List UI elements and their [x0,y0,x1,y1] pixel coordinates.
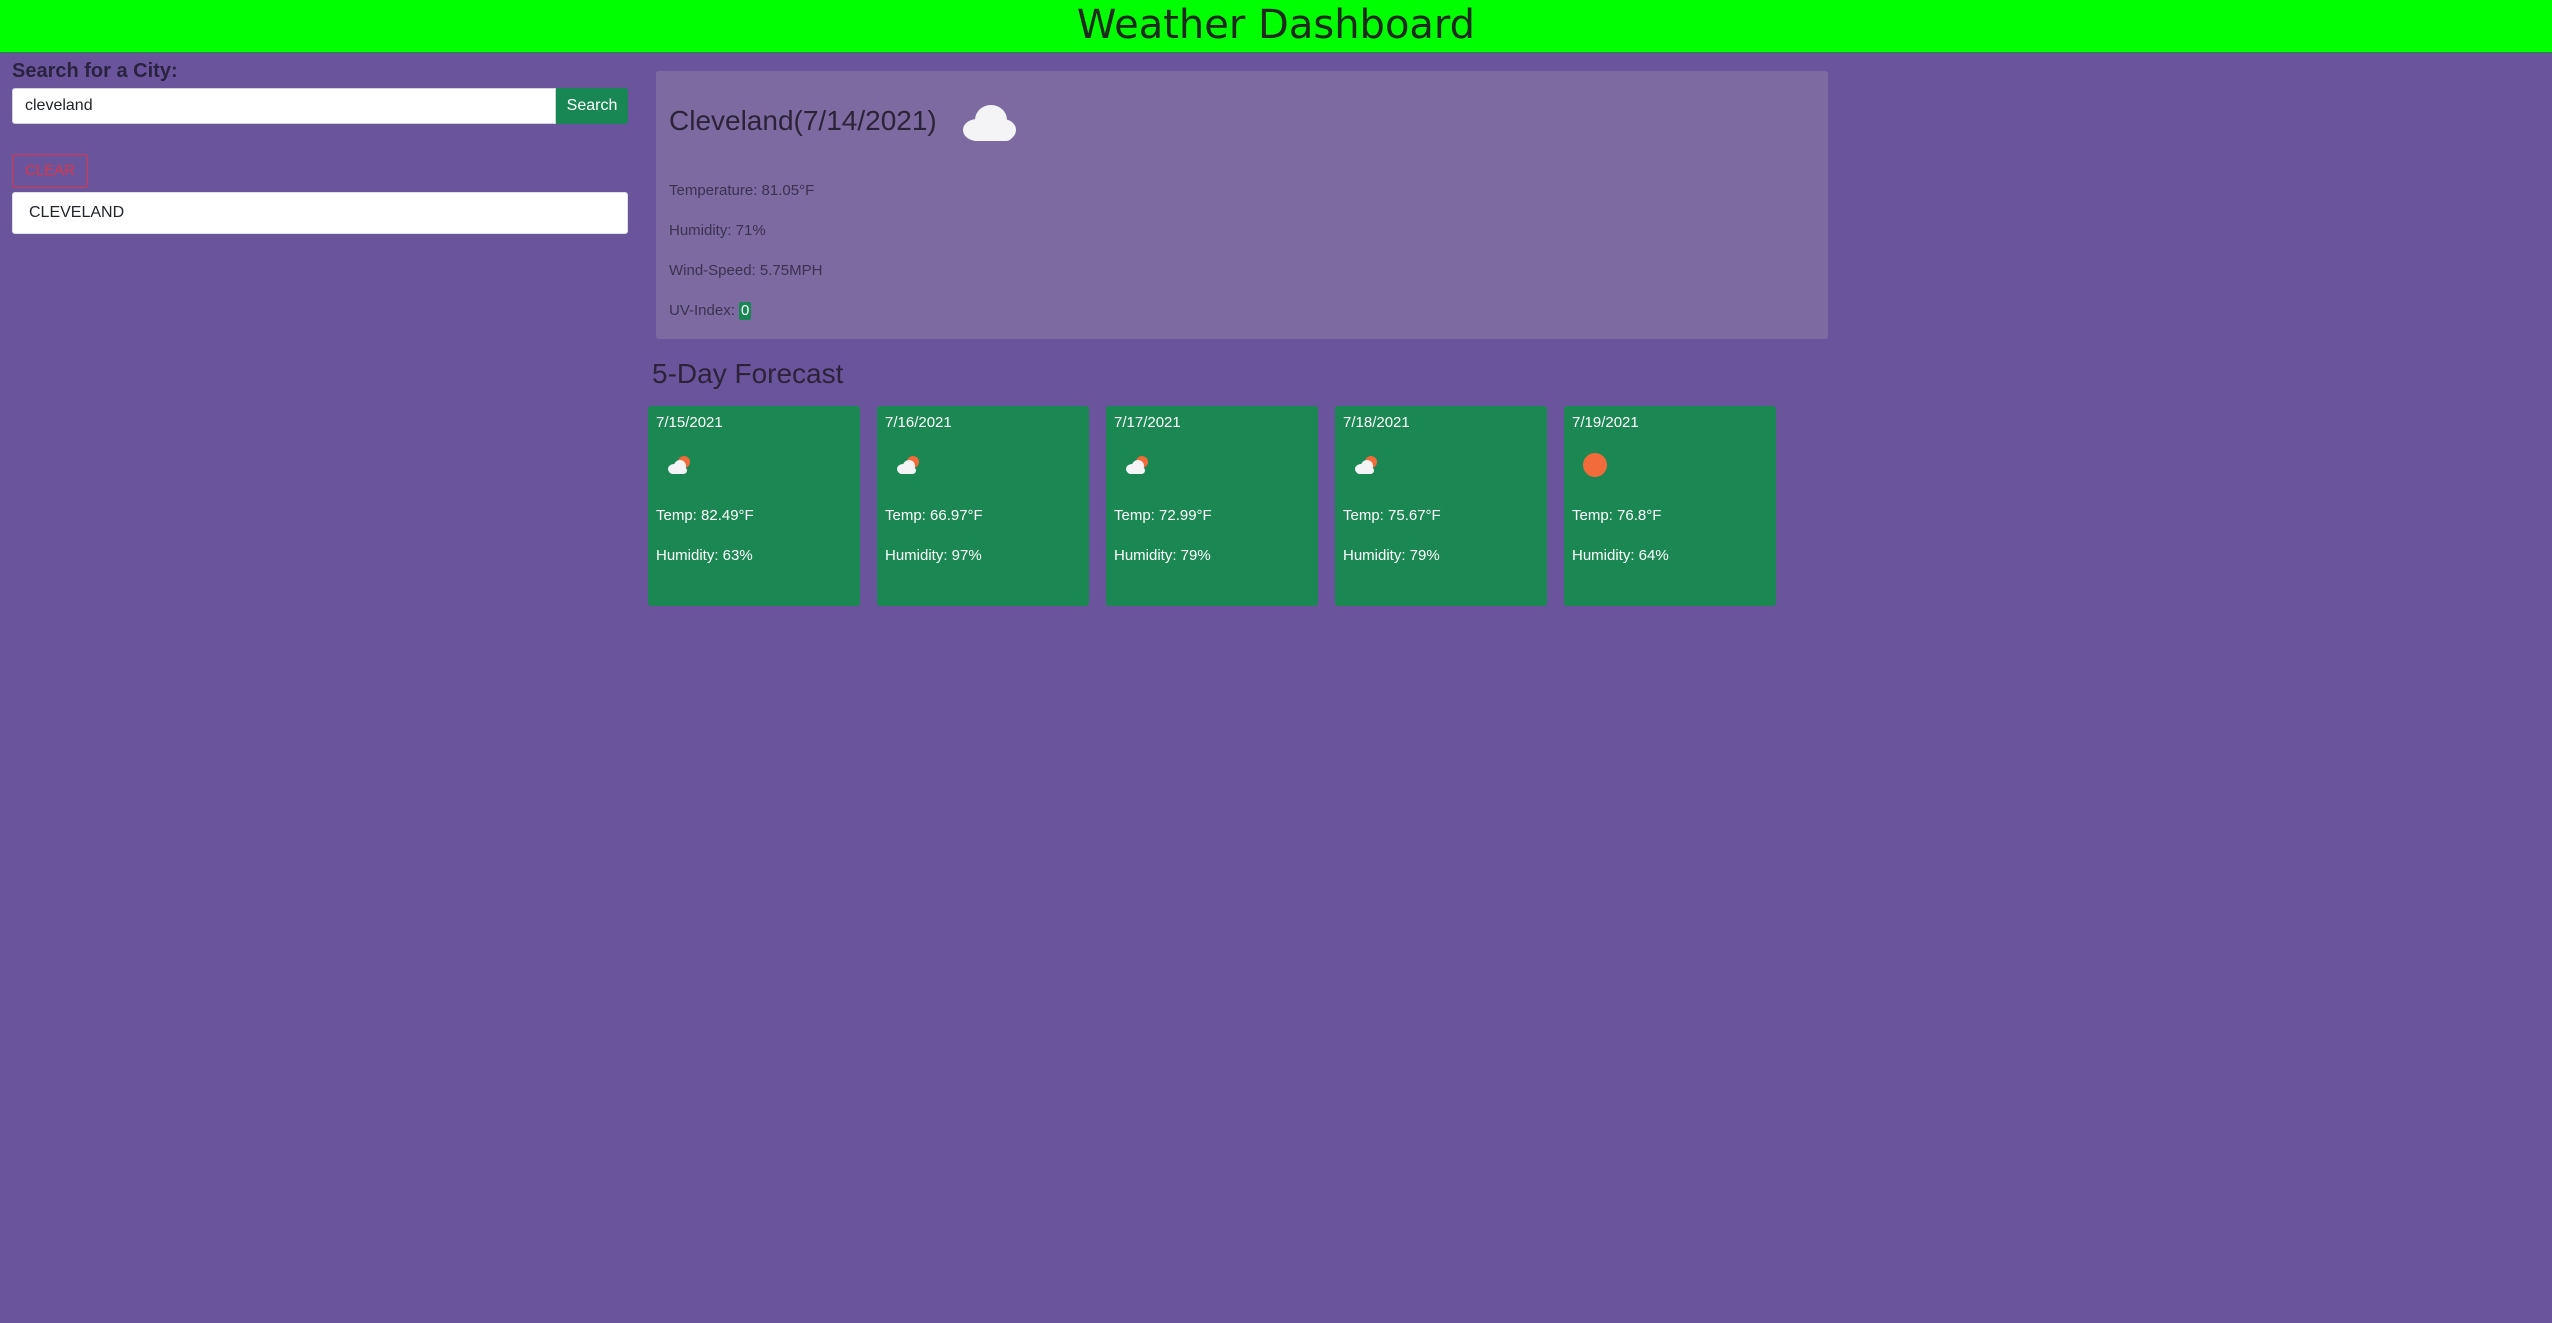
forecast-humidity: Humidity: 79% [1114,547,1211,564]
city-search-input[interactable] [12,88,556,124]
forecast-card: 7/15/2021 Temp: 82.49°F Humidity: 63% [648,406,860,606]
current-weather-panel: Cleveland(7/14/2021) Temperature: 81.05°… [656,71,1828,339]
uv-index-badge: 0 [739,302,752,320]
current-city-title: Cleveland(7/14/2021) [669,105,937,136]
current-wind-speed: Wind-Speed: 5.75MPH [669,262,823,279]
search-label: Search for a City: [12,60,178,82]
page-header: Weather Dashboard [0,0,2552,53]
search-button[interactable]: Search [556,88,628,124]
history-item-cleveland[interactable]: CLEVELAND [12,192,628,234]
forecast-card: 7/17/2021 Temp: 72.99°F Humidity: 79% [1106,406,1318,606]
forecast-temp: Temp: 76.8°F [1572,507,1662,524]
forecast-row: 7/15/2021 Temp: 82.49°F Humidity: 63% 7/… [648,406,1793,606]
cloud-icon [957,96,1021,146]
current-uv-index: UV-Index: 0 [669,291,1815,331]
partly-cloudy-icon [885,440,1081,490]
forecast-card: 7/16/2021 Temp: 66.97°F Humidity: 97% [877,406,1089,606]
uv-index-label: UV-Index: [669,302,740,319]
forecast-temp: Temp: 66.97°F [885,507,983,524]
forecast-temp: Temp: 72.99°F [1114,507,1212,524]
forecast-humidity: Humidity: 63% [656,547,753,564]
forecast-humidity: Humidity: 64% [1572,547,1669,564]
partly-cloudy-icon [1343,440,1539,490]
forecast-date: 7/16/2021 [885,414,952,431]
search-row: Search [12,88,628,124]
current-humidity: Humidity: 71% [669,222,766,239]
forecast-date: 7/15/2021 [656,414,723,431]
search-history-list: CLEVELAND [12,192,628,234]
search-sidebar: Search for a City: Search CLEAR CLEVELAN… [12,58,628,250]
forecast-card: 7/19/2021 Temp: 76.8°F Humidity: 64% [1564,406,1776,606]
partly-cloudy-icon [1114,440,1310,490]
forecast-date: 7/18/2021 [1343,414,1410,431]
sun-icon [1572,440,1768,490]
current-temperature: Temperature: 81.05°F [669,182,815,199]
forecast-humidity: Humidity: 79% [1343,547,1440,564]
forecast-date: 7/19/2021 [1572,414,1639,431]
forecast-temp: Temp: 82.49°F [656,507,754,524]
forecast-temp: Temp: 75.67°F [1343,507,1441,524]
forecast-card: 7/18/2021 Temp: 75.67°F Humidity: 79% [1335,406,1547,606]
forecast-heading: 5-Day Forecast [652,358,844,389]
forecast-humidity: Humidity: 97% [885,547,982,564]
partly-cloudy-icon [656,440,852,490]
current-title-row: Cleveland(7/14/2021) [669,71,1815,171]
forecast-date: 7/17/2021 [1114,414,1181,431]
clear-button[interactable]: CLEAR [12,154,89,188]
page-title: Weather Dashboard [1076,2,1476,48]
